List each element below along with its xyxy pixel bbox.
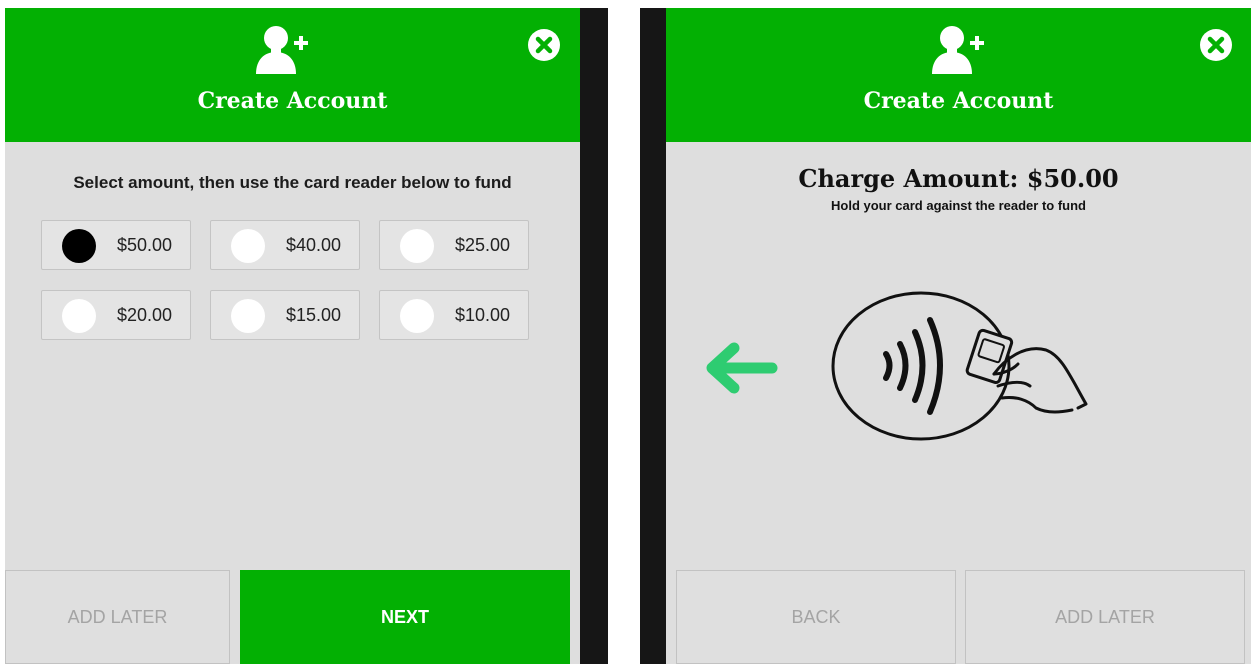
left-screen: Create Account Select amount, then use t… <box>5 8 580 664</box>
right-screen: Create Account Charge Amount: $50.00 Hol… <box>666 8 1251 664</box>
amount-option-50[interactable]: $50.00 <box>41 220 191 270</box>
amount-option-15[interactable]: $15.00 <box>210 290 360 340</box>
add-user-icon <box>256 26 308 74</box>
amount-label: $20.00 <box>116 305 172 325</box>
add-user-icon <box>932 26 984 74</box>
next-button[interactable]: NEXT <box>240 570 570 664</box>
amount-option-40[interactable]: $40.00 <box>210 220 360 270</box>
charge-amount-title: Charge Amount: $50.00 <box>798 164 1119 193</box>
close-icon[interactable] <box>1199 28 1233 62</box>
amount-label: $50.00 <box>116 235 172 255</box>
instruction-text: Select amount, then use the card reader … <box>73 173 512 192</box>
back-button[interactable]: BACK <box>676 570 956 664</box>
screen-divider <box>580 8 608 664</box>
radio-button[interactable] <box>231 229 265 263</box>
add-later-button[interactable]: ADD LATER <box>5 570 230 664</box>
screen-divider <box>640 8 666 664</box>
radio-button[interactable] <box>62 229 96 263</box>
charge-instruction: Hold your card against the reader to fun… <box>831 198 1086 213</box>
radio-button[interactable] <box>231 299 265 333</box>
header: Create Account <box>5 8 580 142</box>
amount-option-10[interactable]: $10.00 <box>379 290 529 340</box>
amount-label: $10.00 <box>454 305 510 325</box>
amount-label: $15.00 <box>285 305 341 325</box>
radio-button[interactable] <box>62 299 96 333</box>
amount-option-20[interactable]: $20.00 <box>41 290 191 340</box>
arrow-left-icon <box>706 342 778 394</box>
amount-label: $40.00 <box>285 235 341 255</box>
amount-option-25[interactable]: $25.00 <box>379 220 529 270</box>
page-title: Create Account <box>863 88 1054 114</box>
page-title: Create Account <box>197 88 388 114</box>
add-later-button[interactable]: ADD LATER <box>965 570 1245 664</box>
contactless-card-reader-icon <box>831 291 1088 441</box>
close-icon[interactable] <box>527 28 561 62</box>
amount-label: $25.00 <box>454 235 510 255</box>
radio-button[interactable] <box>400 299 434 333</box>
header: Create Account <box>666 8 1251 142</box>
radio-button[interactable] <box>400 229 434 263</box>
